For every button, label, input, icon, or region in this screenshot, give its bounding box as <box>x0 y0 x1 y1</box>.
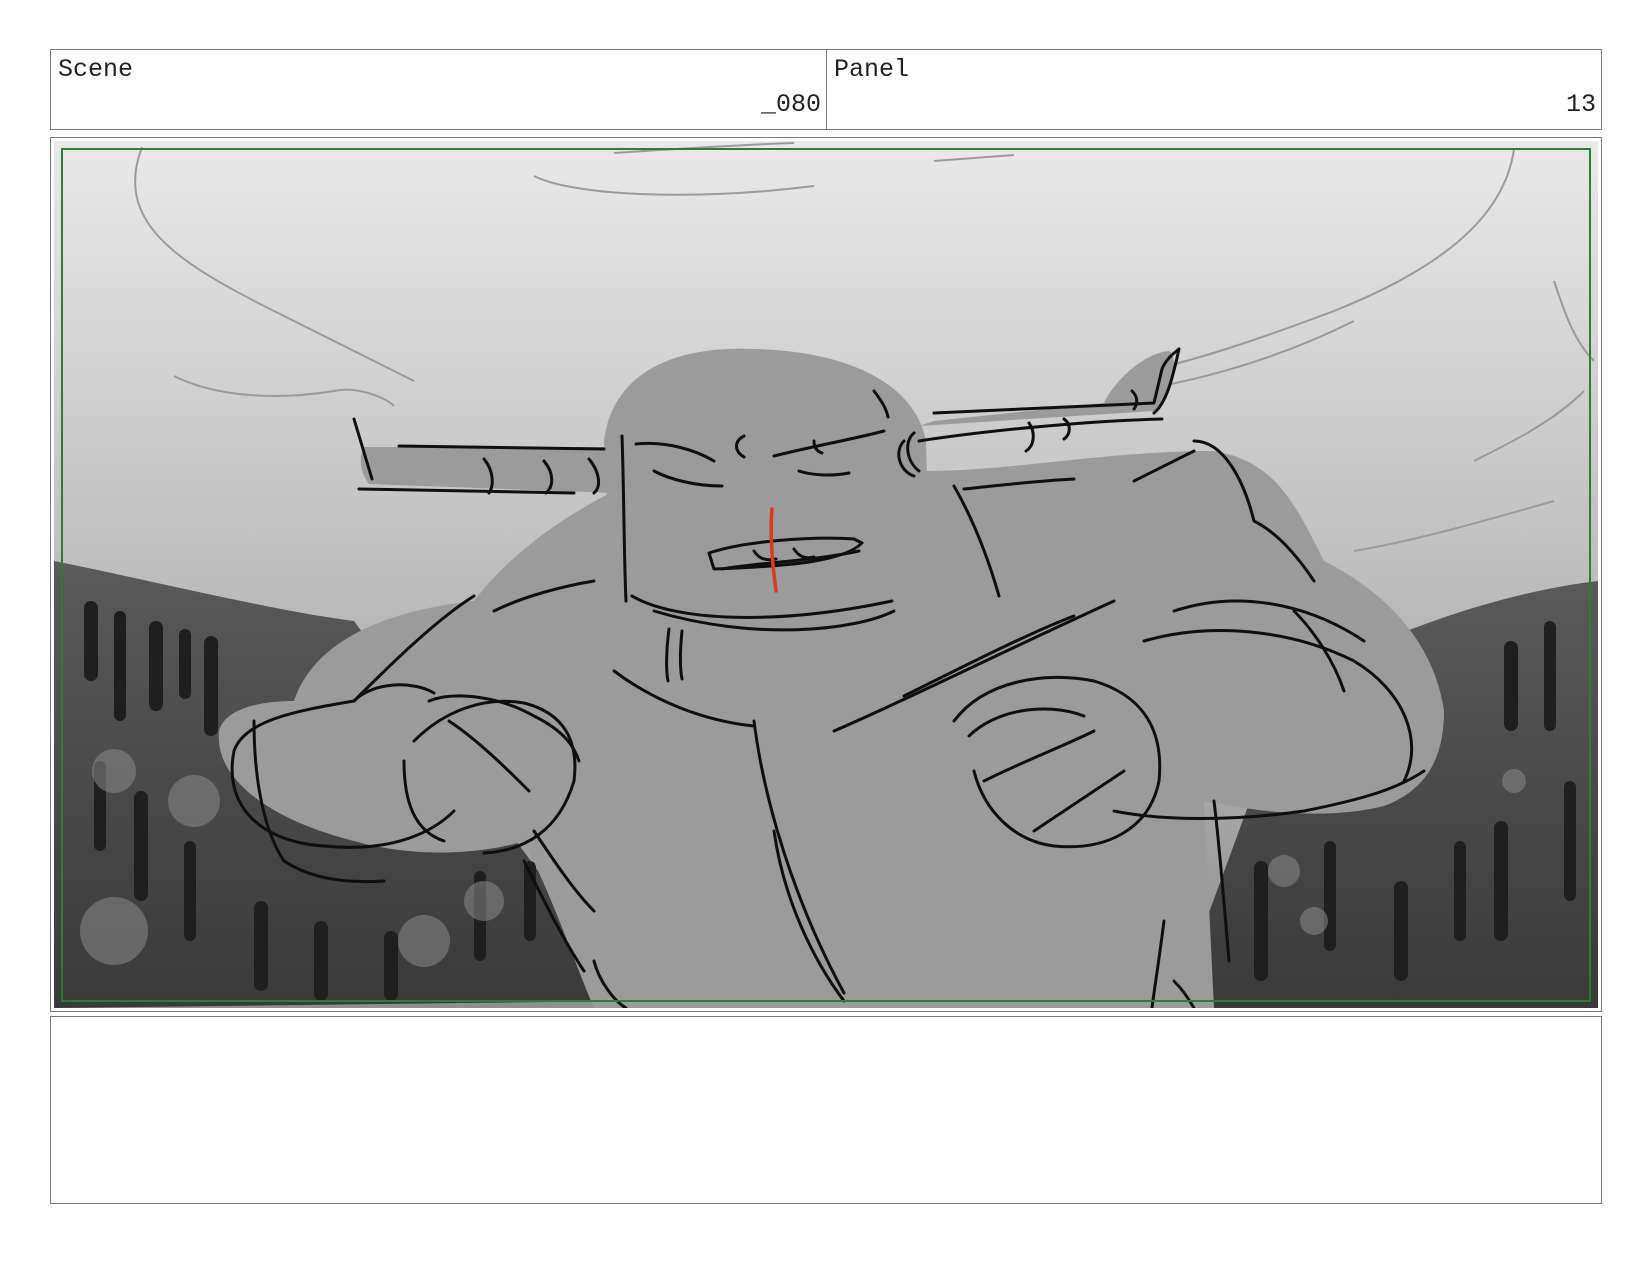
panel-notes-box <box>50 1016 1602 1204</box>
scene-number: _080 <box>760 90 821 119</box>
panel-number: 13 <box>1565 90 1596 119</box>
scene-cell: Scene _080 <box>51 50 827 129</box>
scene-label: Scene <box>58 55 134 84</box>
storyboard-frame <box>50 137 1602 1012</box>
panel-cell: Panel 13 <box>827 50 1601 129</box>
panel-label: Panel <box>834 55 910 84</box>
panel-header: Scene _080 Panel 13 <box>50 49 1602 130</box>
storyboard-sketch <box>54 141 1598 1008</box>
